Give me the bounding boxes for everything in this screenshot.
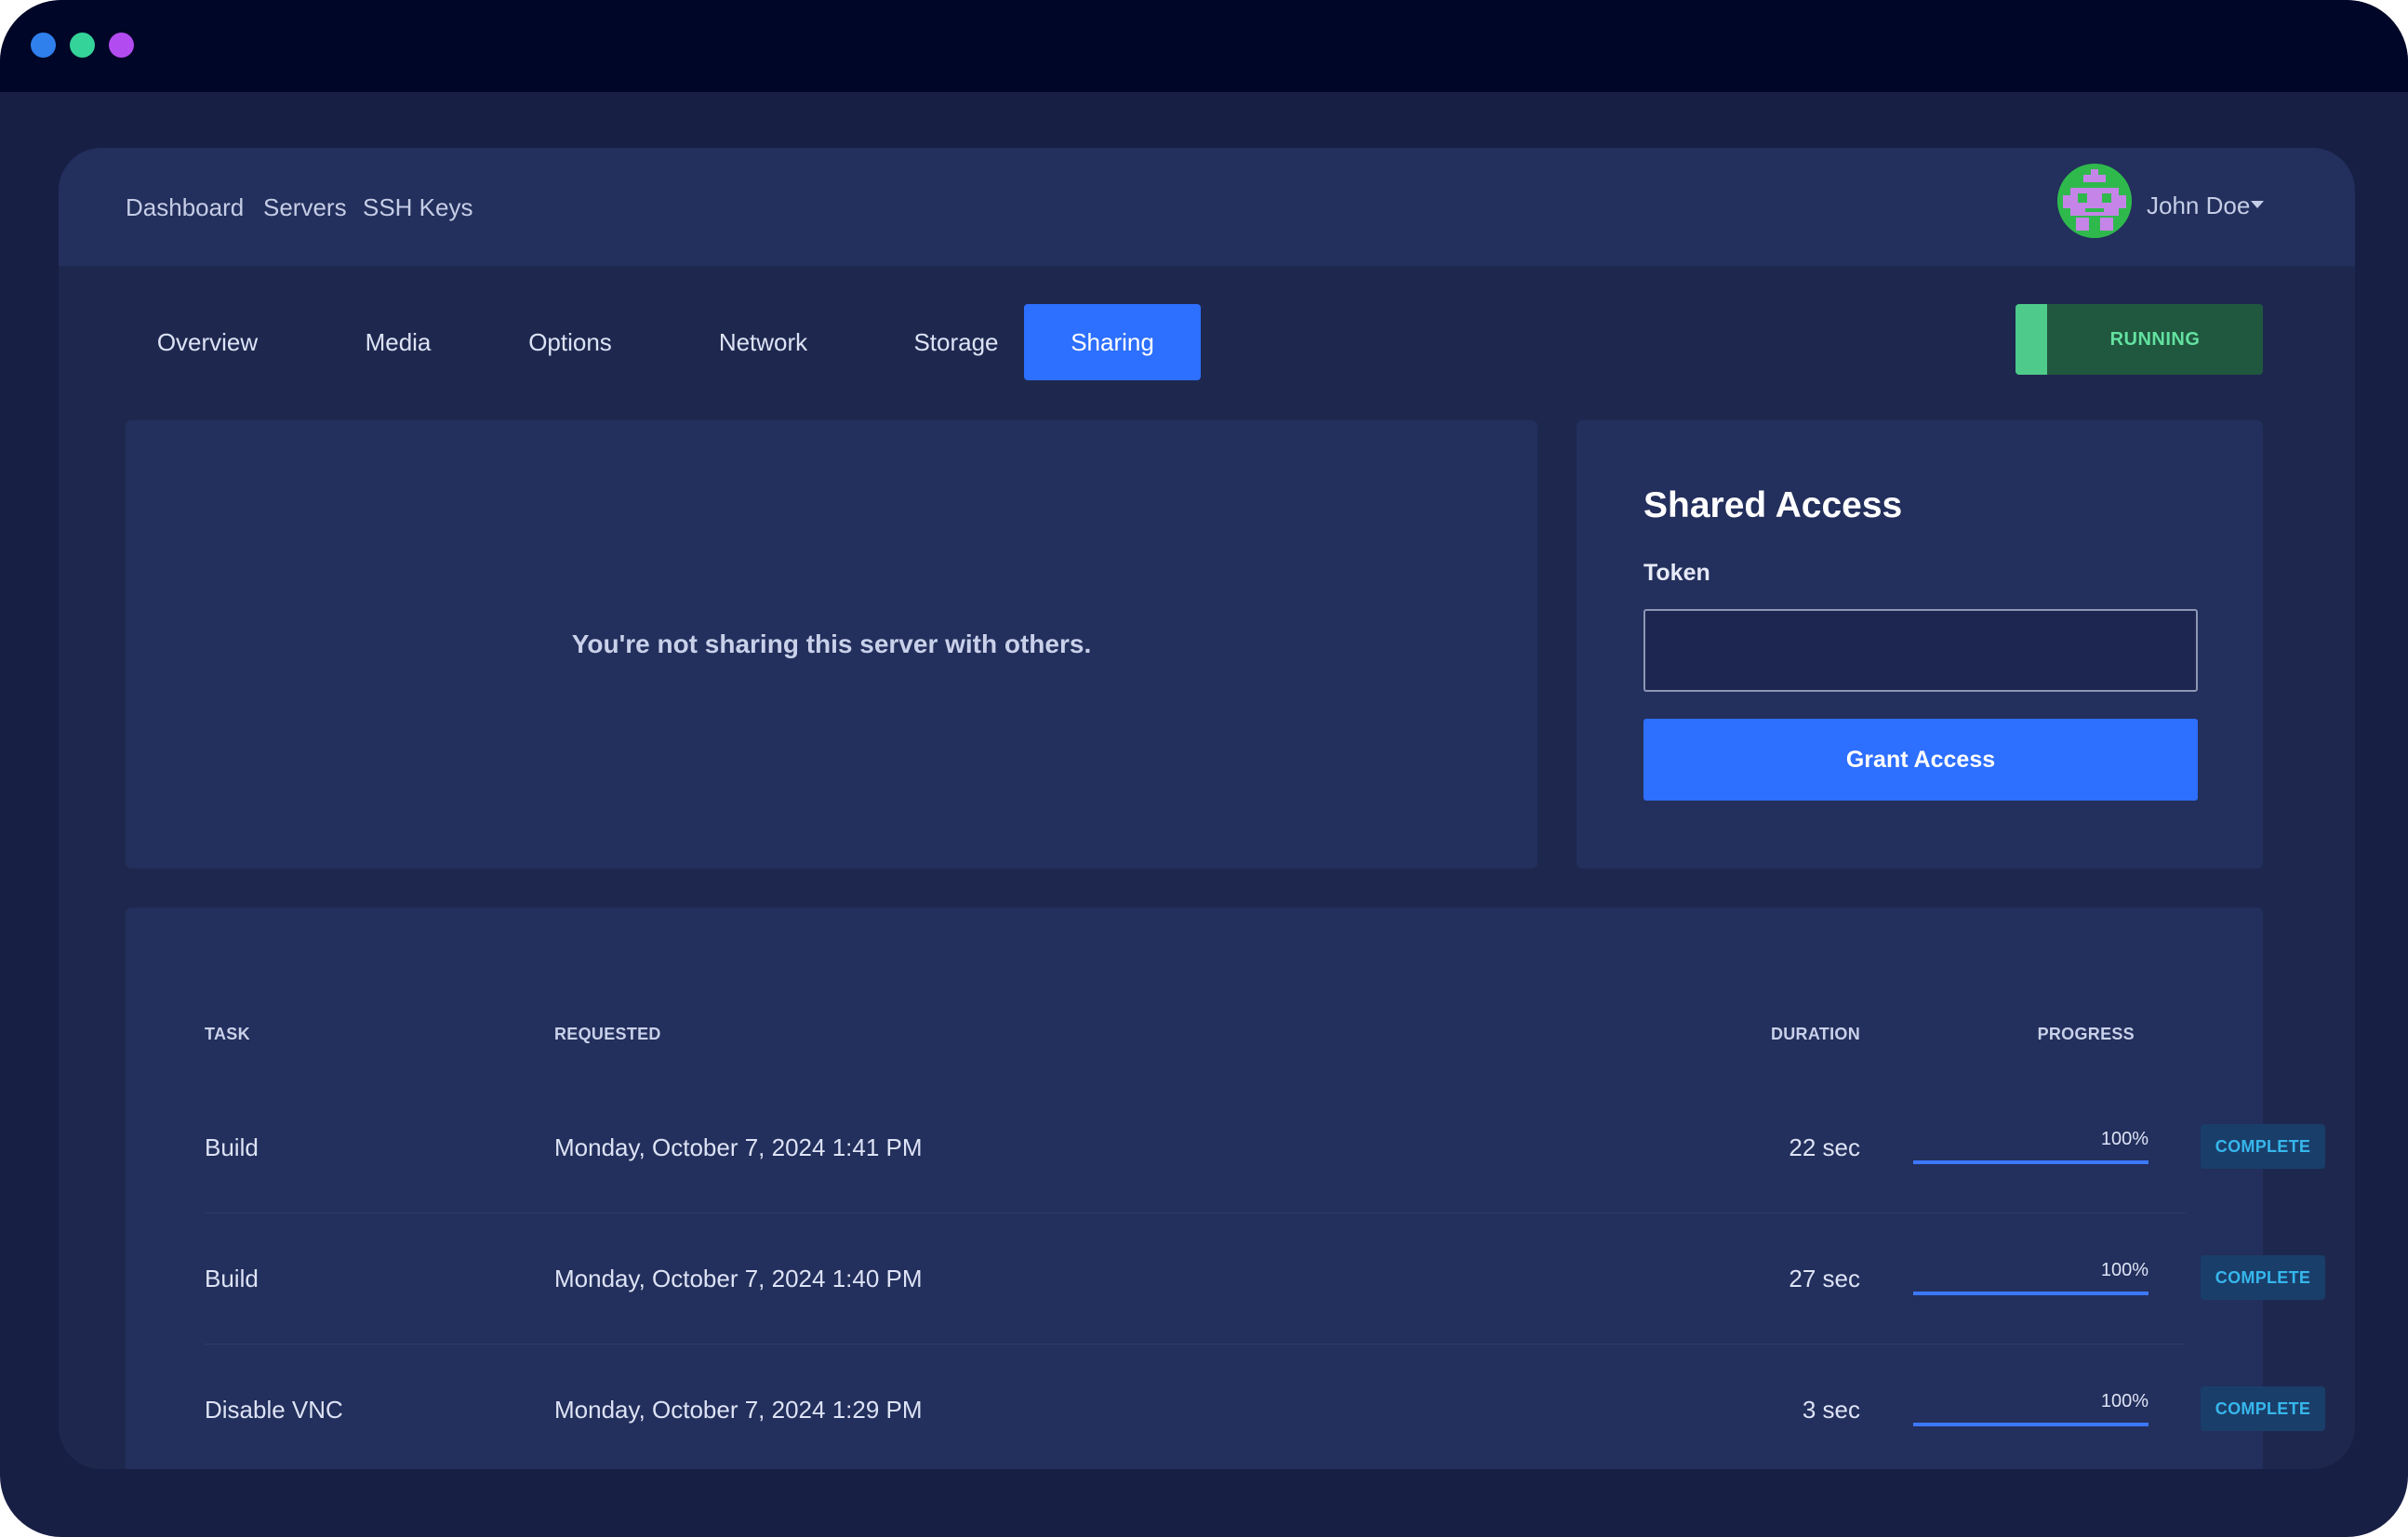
tab-storage[interactable]: Storage xyxy=(877,304,1035,380)
status-badge: COMPLETE xyxy=(2201,1386,2325,1431)
grant-access-button[interactable]: Grant Access xyxy=(1643,719,2198,801)
caret-down-icon[interactable] xyxy=(2251,201,2264,208)
column-header-requested: REQUESTED xyxy=(554,1025,661,1043)
task-progress: 100% xyxy=(1913,1387,2149,1430)
app-panel: Dashboard Servers SSH Keys John Doe Over… xyxy=(59,148,2355,1469)
shared-access-card: Shared Access Token Grant Access xyxy=(1577,420,2263,868)
progress-fill xyxy=(1913,1292,2149,1295)
task-duration: 3 sec xyxy=(1802,1396,1860,1424)
task-history-card: TASK REQUESTED DURATION PROGRESS Build M… xyxy=(126,908,2325,1469)
user-avatar[interactable] xyxy=(2057,164,2132,238)
status-indicator-strip xyxy=(2016,304,2047,375)
nav-link-ssh-keys[interactable]: SSH Keys xyxy=(363,189,473,226)
progress-track xyxy=(1913,1160,2149,1164)
progress-track xyxy=(1913,1423,2149,1426)
user-menu-name[interactable]: John Doe xyxy=(2147,187,2250,224)
window-dot-green-icon[interactable] xyxy=(70,33,95,58)
task-requested: Monday, October 7, 2024 1:40 PM xyxy=(554,1265,923,1292)
progress-fill xyxy=(1913,1423,2149,1426)
task-duration: 27 sec xyxy=(1789,1265,1860,1292)
tab-media[interactable]: Media xyxy=(338,304,459,380)
top-navigation: Dashboard Servers SSH Keys John Doe xyxy=(59,148,2355,266)
nav-link-dashboard[interactable]: Dashboard xyxy=(126,189,244,226)
server-status-badge: RUNNING xyxy=(2016,304,2263,375)
token-input[interactable] xyxy=(1643,609,2198,692)
progress-label: 100% xyxy=(2100,1129,2149,1149)
status-badge: COMPLETE xyxy=(2201,1255,2325,1300)
progress-fill xyxy=(1913,1160,2149,1164)
empty-sharing-message: You're not sharing this server with othe… xyxy=(571,629,1092,658)
table-row: Disable VNC Monday, October 7, 2024 1:29… xyxy=(205,1345,2325,1469)
progress-label: 100% xyxy=(2100,1260,2149,1280)
progress-label: 100% xyxy=(2100,1391,2149,1411)
column-header-progress: PROGRESS xyxy=(2037,1025,2135,1043)
window-dot-purple-icon[interactable] xyxy=(109,33,134,58)
tab-network[interactable]: Network xyxy=(686,304,840,380)
window-titlebar xyxy=(0,0,2408,92)
nav-link-servers[interactable]: Servers xyxy=(263,189,347,226)
task-progress: 100% xyxy=(1913,1256,2149,1299)
browser-window: Dashboard Servers SSH Keys John Doe Over… xyxy=(0,0,2408,1537)
table-row: Build Monday, October 7, 2024 1:41 PM 22… xyxy=(205,1082,2325,1213)
robot-avatar-icon xyxy=(2057,164,2132,238)
status-badge: COMPLETE xyxy=(2201,1124,2325,1169)
progress-track xyxy=(1913,1292,2149,1295)
window-dot-blue-icon[interactable] xyxy=(31,33,56,58)
shared-access-title: Shared Access xyxy=(1643,485,1903,525)
sharing-empty-card: You're not sharing this server with othe… xyxy=(126,420,1537,868)
tab-sharing[interactable]: Sharing xyxy=(1024,304,1201,380)
task-name: Build xyxy=(205,1133,259,1161)
token-label: Token xyxy=(1643,560,1710,586)
task-requested: Monday, October 7, 2024 1:41 PM xyxy=(554,1133,923,1161)
task-duration: 22 sec xyxy=(1789,1133,1860,1161)
column-header-task: TASK xyxy=(205,1025,250,1043)
tab-options[interactable]: Options xyxy=(500,304,640,380)
task-name: Build xyxy=(205,1265,259,1292)
tab-overview[interactable]: Overview xyxy=(133,304,282,380)
task-requested: Monday, October 7, 2024 1:29 PM xyxy=(554,1396,923,1424)
task-name: Disable VNC xyxy=(205,1396,343,1424)
status-label: RUNNING xyxy=(2109,329,2201,350)
column-header-duration: DURATION xyxy=(1770,1025,1860,1043)
table-row: Build Monday, October 7, 2024 1:40 PM 27… xyxy=(205,1213,2325,1345)
task-progress: 100% xyxy=(1913,1125,2149,1168)
